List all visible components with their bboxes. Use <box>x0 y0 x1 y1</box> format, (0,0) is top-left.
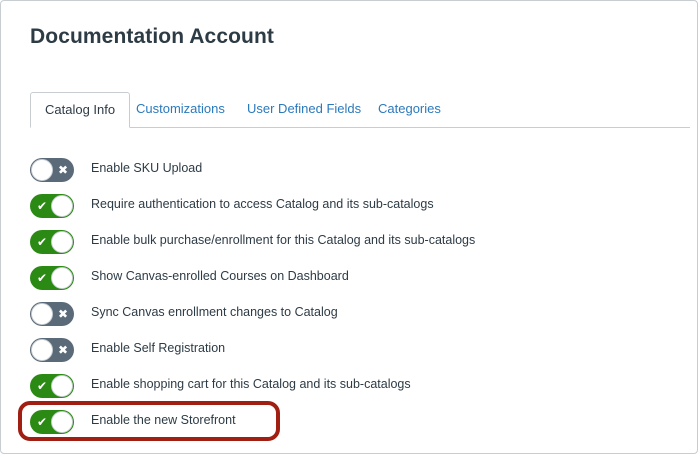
setting-label: Require authentication to access Catalog… <box>91 197 434 211</box>
setting-label: Show Canvas-enrolled Courses on Dashboar… <box>91 269 349 283</box>
toggle-knob <box>51 375 73 397</box>
toggle-knob <box>31 339 53 361</box>
storefront-highlight-box <box>18 401 280 441</box>
setting-label: Enable SKU Upload <box>91 161 203 175</box>
setting-row-require-authentication: ✔ Require authentication to access Catal… <box>30 194 650 218</box>
tab-customizations[interactable]: Customizations <box>122 92 239 126</box>
toggle-knob <box>31 159 53 181</box>
check-icon: ✔ <box>36 235 48 249</box>
show-canvas-courses-toggle[interactable]: ✔ <box>30 266 74 290</box>
tab-bar: Catalog Info Customizations User Defined… <box>30 92 690 128</box>
toggle-knob <box>51 195 73 217</box>
check-icon: ✔ <box>36 199 48 213</box>
toggle-knob <box>51 231 73 253</box>
account-panel: Documentation Account Catalog Info Custo… <box>0 0 698 454</box>
setting-row-sync-enrollment: ✖ Sync Canvas enrollment changes to Cata… <box>30 302 650 326</box>
bulk-purchase-toggle[interactable]: ✔ <box>30 230 74 254</box>
setting-row-self-registration: ✖ Enable Self Registration <box>30 338 650 362</box>
setting-row-sku-upload: ✖ Enable SKU Upload <box>30 158 650 182</box>
page-title: Documentation Account <box>30 25 274 48</box>
x-icon: ✖ <box>57 343 69 357</box>
check-icon: ✔ <box>36 379 48 393</box>
x-icon: ✖ <box>57 163 69 177</box>
x-icon: ✖ <box>57 307 69 321</box>
setting-label: Enable bulk purchase/enrollment for this… <box>91 233 476 247</box>
setting-label: Sync Canvas enrollment changes to Catalo… <box>91 305 338 319</box>
toggle-knob <box>31 303 53 325</box>
shopping-cart-toggle[interactable]: ✔ <box>30 374 74 398</box>
require-authentication-toggle[interactable]: ✔ <box>30 194 74 218</box>
setting-row-show-canvas-courses: ✔ Show Canvas-enrolled Courses on Dashbo… <box>30 266 650 290</box>
tab-catalog-info[interactable]: Catalog Info <box>30 92 131 128</box>
sku-upload-toggle[interactable]: ✖ <box>30 158 74 182</box>
tab-user-defined-fields[interactable]: User Defined Fields <box>233 92 375 126</box>
check-icon: ✔ <box>36 271 48 285</box>
setting-label: Enable shopping cart for this Catalog an… <box>91 377 411 391</box>
tab-categories[interactable]: Categories <box>364 92 455 126</box>
setting-row-bulk-purchase: ✔ Enable bulk purchase/enrollment for th… <box>30 230 650 254</box>
setting-row-shopping-cart: ✔ Enable shopping cart for this Catalog … <box>30 374 650 398</box>
sync-enrollment-toggle[interactable]: ✖ <box>30 302 74 326</box>
toggle-knob <box>51 267 73 289</box>
self-registration-toggle[interactable]: ✖ <box>30 338 74 362</box>
setting-label: Enable Self Registration <box>91 341 226 355</box>
